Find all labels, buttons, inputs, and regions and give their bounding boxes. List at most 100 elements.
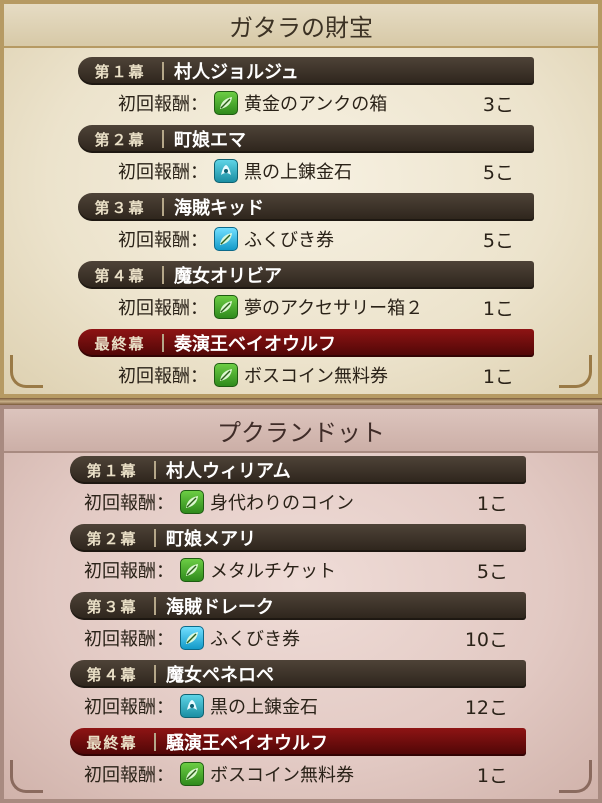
stage-name: 奏演王ベイオウルフ [174, 334, 336, 355]
stage-row[interactable]: 第４幕 魔女ペネロペ初回報酬： 黒の上錬金石 12こ [4, 660, 598, 728]
stage-name: 魔女ペネロペ [166, 665, 274, 686]
act-label: 第３幕 [86, 597, 138, 616]
reward-label: 初回報酬： [84, 629, 174, 650]
panel-title: ガタラの財宝 [4, 4, 598, 48]
stage-banner[interactable]: 第２幕 町娘エマ [78, 125, 534, 153]
act-label: 第４幕 [94, 266, 146, 285]
reward-row: 初回報酬： 身代わりのコイン [84, 486, 354, 518]
stage-banner[interactable]: 第４幕 魔女ペネロペ [70, 660, 526, 688]
stage-banner[interactable]: 第３幕 海賊キッド [78, 193, 534, 221]
reward-item-name: 黒の上錬金石 [210, 697, 318, 718]
stage-banner[interactable]: 最終幕 騒演王ベイオウルフ [70, 728, 526, 756]
reward-label: 初回報酬： [84, 697, 174, 718]
reward-item-name: 黒の上錬金石 [244, 162, 352, 183]
reward-quantity: 12こ [464, 696, 508, 719]
act-label: 第２幕 [86, 529, 138, 548]
reward-item-name: ボスコイン無料券 [210, 765, 354, 786]
reward-item-name: ボスコイン無料券 [244, 366, 388, 387]
stage-row[interactable]: 第３幕 海賊ドレーク初回報酬： ふくびき券 10こ [4, 592, 598, 660]
panel-divider [0, 398, 602, 405]
banner-separator [162, 198, 164, 216]
banner-separator [154, 597, 156, 615]
stage-row[interactable]: 最終幕 騒演王ベイオウルフ初回報酬： ボスコイン無料券 1こ [4, 728, 598, 796]
reward-row: 初回報酬： ふくびき券 [118, 223, 334, 255]
banner-separator [162, 130, 164, 148]
reward-row: 初回報酬： 夢のアクセサリー箱２ [118, 291, 423, 323]
reward-item-name: ふくびき券 [244, 230, 334, 251]
stage-name: 町娘メアリ [166, 529, 256, 550]
act-label: 第４幕 [86, 665, 138, 684]
reward-quantity: 1こ [476, 492, 508, 515]
act-label: 第１幕 [94, 62, 146, 81]
stage-name: 海賊キッド [174, 198, 264, 219]
cyan-leaf-icon [214, 227, 238, 251]
stage-name: 村人ウィリアム [166, 461, 291, 482]
banner-separator [162, 62, 164, 80]
reward-row: 初回報酬： メタルチケット [84, 554, 336, 586]
reward-quantity: 5こ [482, 229, 514, 252]
stage-row[interactable]: 第１幕 村人ウィリアム初回報酬： 身代わりのコイン 1こ [4, 456, 598, 524]
stage-name: 海賊ドレーク [166, 597, 274, 618]
stage-banner[interactable]: 第１幕 村人ウィリアム [70, 456, 526, 484]
reward-label: 初回報酬： [84, 561, 174, 582]
reward-row: 初回報酬： ふくびき券 [84, 622, 300, 654]
treasure-panel-pukurandot: プクランドット 第１幕 村人ウィリアム 初回報酬： 身代わりのコイン 1こ 第２幕 町娘メア… [0, 405, 602, 803]
act-label: 第３幕 [94, 198, 146, 217]
reward-row: 初回報酬： ボスコイン無料券 [84, 758, 354, 790]
stage-row[interactable]: 第２幕 町娘エマ初回報酬： 黒の上錬金石 5こ [4, 125, 598, 193]
stage-row[interactable]: 第２幕 町娘メアリ初回報酬： メタルチケット 5こ [4, 524, 598, 592]
stage-row[interactable]: 第３幕 海賊キッド初回報酬： ふくびき券 5こ [4, 193, 598, 261]
stage-banner[interactable]: 最終幕 奏演王ベイオウルフ [78, 329, 534, 357]
reward-item-name: 身代わりのコイン [210, 493, 354, 514]
reward-quantity: 1こ [482, 297, 514, 320]
green-leaf-icon [214, 363, 238, 387]
reward-quantity: 10こ [464, 628, 508, 651]
act-label: 第２幕 [94, 130, 146, 149]
green-leaf-icon [214, 295, 238, 319]
stage-row[interactable]: 最終幕 奏演王ベイオウルフ初回報酬： ボスコイン無料券 1こ [4, 329, 598, 394]
reward-label: 初回報酬： [118, 94, 208, 115]
green-leaf-icon [180, 490, 204, 514]
stage-row[interactable]: 第４幕 魔女オリビア初回報酬： 夢のアクセサリー箱２ 1こ [4, 261, 598, 329]
stage-banner[interactable]: 第３幕 海賊ドレーク [70, 592, 526, 620]
act-label: 最終幕 [86, 733, 138, 752]
stage-banner[interactable]: 第２幕 町娘メアリ [70, 524, 526, 552]
green-leaf-icon [180, 762, 204, 786]
reward-label: 初回報酬： [118, 162, 208, 183]
reward-quantity: 3こ [482, 93, 514, 116]
reward-row: 初回報酬： 黒の上錬金石 [118, 155, 352, 187]
green-leaf-icon [180, 558, 204, 582]
reward-label: 初回報酬： [84, 765, 174, 786]
teal-orb-icon [214, 159, 238, 183]
reward-item-name: 夢のアクセサリー箱２ [244, 298, 424, 319]
reward-quantity: 1こ [476, 764, 508, 787]
banner-separator [162, 334, 164, 352]
cyan-leaf-icon [180, 626, 204, 650]
stage-banner[interactable]: 第１幕 村人ジョルジュ [78, 57, 534, 85]
reward-label: 初回報酬： [118, 230, 208, 251]
reward-row: 初回報酬： 黒の上錬金石 [84, 690, 318, 722]
stage-banner[interactable]: 第４幕 魔女オリビア [78, 261, 534, 289]
reward-item-name: メタルチケット [210, 561, 336, 582]
act-label: 最終幕 [94, 334, 146, 353]
reward-label: 初回報酬： [118, 366, 208, 387]
reward-label: 初回報酬： [84, 493, 174, 514]
stage-row[interactable]: 第１幕 村人ジョルジュ初回報酬： 黄金のアンクの箱 3こ [4, 57, 598, 125]
stage-name: 騒演王ベイオウルフ [166, 733, 328, 754]
reward-quantity: 5こ [482, 161, 514, 184]
stage-name: 町娘エマ [174, 130, 246, 151]
stage-name: 村人ジョルジュ [174, 62, 299, 83]
reward-quantity: 1こ [482, 365, 514, 388]
green-leaf-icon [214, 91, 238, 115]
act-label: 第１幕 [86, 461, 138, 480]
reward-label: 初回報酬： [118, 298, 208, 319]
reward-quantity: 5こ [476, 560, 508, 583]
banner-separator [162, 266, 164, 284]
banner-separator [154, 733, 156, 751]
reward-row: 初回報酬： ボスコイン無料券 [118, 359, 388, 391]
panel-title: プクランドット [4, 409, 598, 453]
reward-item-name: 黄金のアンクの箱 [244, 94, 388, 115]
teal-orb-icon [180, 694, 204, 718]
reward-item-name: ふくびき券 [210, 629, 300, 650]
banner-separator [154, 665, 156, 683]
